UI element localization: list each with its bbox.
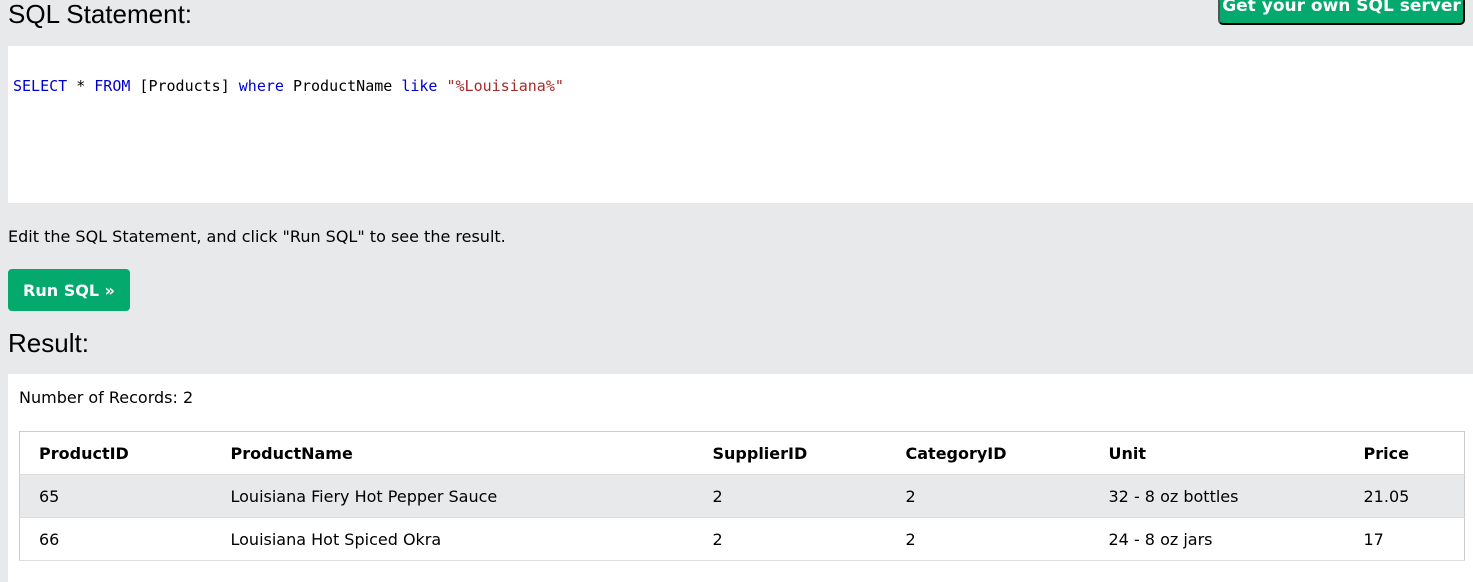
table-cell: 66: [19, 517, 212, 561]
sql-token: [Products]: [130, 77, 239, 95]
table-cell: 2: [693, 474, 887, 518]
table-row: 66 Louisiana Hot Spiced Okra 2 2 24 - 8 …: [19, 517, 1465, 561]
sql-token: where: [238, 77, 284, 95]
table-cell: 2: [886, 517, 1090, 561]
table-cell: 65: [19, 474, 212, 518]
sql-editor[interactable]: SELECT * FROM [Products] where ProductNa…: [8, 46, 1473, 203]
result-table: ProductID ProductName SupplierID Categor…: [19, 431, 1465, 561]
table-cell: 2: [693, 517, 887, 561]
table-cell: 21.05: [1344, 474, 1465, 518]
result-panel: Number of Records: 2 ProductID ProductNa…: [8, 374, 1473, 582]
column-header: SupplierID: [693, 431, 887, 475]
result-title: Result:: [8, 328, 89, 358]
instruction-text: Edit the SQL Statement, and click "Run S…: [8, 227, 506, 246]
get-sql-server-button[interactable]: Get your own SQL server: [1218, 0, 1465, 25]
column-header: ProductName: [211, 431, 694, 475]
sql-token: FROM: [94, 77, 131, 95]
column-header: Price: [1344, 431, 1465, 475]
sql-token: SELECT: [13, 77, 68, 95]
table-cell: Louisiana Fiery Hot Pepper Sauce: [211, 474, 694, 518]
table-cell: 24 - 8 oz jars: [1089, 517, 1345, 561]
sql-token: like: [401, 77, 438, 95]
table-cell: Louisiana Hot Spiced Okra: [211, 517, 694, 561]
sql-token: *: [67, 77, 95, 95]
table-cell: 32 - 8 oz bottles: [1089, 474, 1345, 518]
sql-token: "%Louisiana%": [446, 77, 564, 95]
table-cell: 17: [1344, 517, 1465, 561]
run-sql-button[interactable]: Run SQL »: [8, 269, 130, 311]
column-header: Unit: [1089, 431, 1345, 475]
sql-statement-title: SQL Statement:: [8, 0, 193, 29]
table-cell: 2: [886, 474, 1090, 518]
column-header: CategoryID: [886, 431, 1090, 475]
table-header-row: ProductID ProductName SupplierID Categor…: [19, 431, 1465, 475]
table-row: 65 Louisiana Fiery Hot Pepper Sauce 2 2 …: [19, 474, 1465, 518]
record-count: Number of Records: 2: [19, 388, 194, 407]
column-header: ProductID: [19, 431, 212, 475]
sql-token: ProductName: [283, 77, 402, 95]
